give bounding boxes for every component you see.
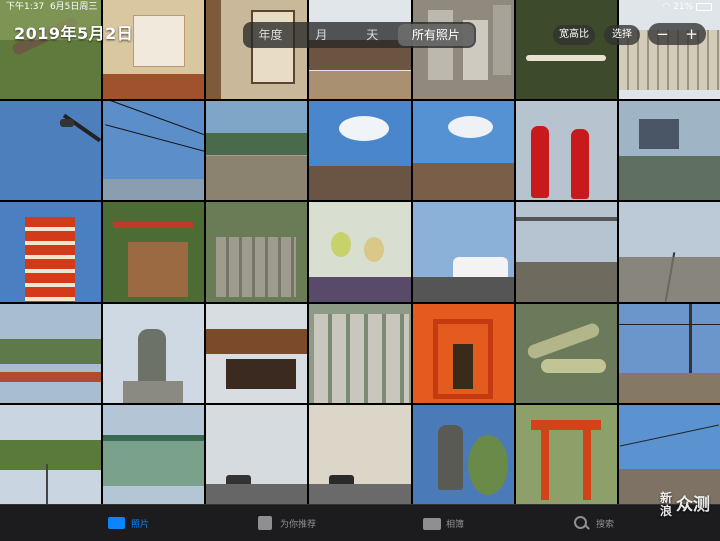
wifi-icon: ◠ xyxy=(662,2,671,12)
albums-icon xyxy=(423,516,441,530)
photo-streetlight-sky[interactable] xyxy=(0,101,102,201)
photos-icon xyxy=(108,516,126,530)
photo-wooden-fence[interactable] xyxy=(618,0,720,100)
photo-red-torii-2[interactable] xyxy=(515,404,617,504)
tab-photos-label: 照片 xyxy=(131,519,150,530)
photo-fox-statue-2[interactable] xyxy=(412,404,514,504)
photo-shrine-roof[interactable] xyxy=(309,0,411,100)
photo-railway-tracks[interactable] xyxy=(618,202,720,302)
tab-search[interactable]: 搜索 xyxy=(573,512,614,534)
view-segmented-control: 年度 月 天 所有照片 xyxy=(243,22,476,48)
tab-photos[interactable]: 照片 xyxy=(108,512,149,534)
photo-street-car-1[interactable] xyxy=(206,404,308,504)
date-title: 2019年5月2日 xyxy=(14,24,134,43)
for-you-icon xyxy=(257,516,275,530)
photo-river-bridge[interactable] xyxy=(0,303,102,403)
photo-clouds-shops[interactable] xyxy=(412,101,514,201)
photo-city-hills[interactable] xyxy=(206,101,308,201)
photo-power-lines[interactable] xyxy=(103,101,205,201)
battery-icon xyxy=(696,2,712,11)
photo-torii-tunnel[interactable] xyxy=(412,303,514,403)
watermark-logo: 新 浪 众测 xyxy=(659,491,710,518)
photo-ema-plaques[interactable] xyxy=(103,0,205,100)
photo-street-car-2[interactable] xyxy=(309,404,411,504)
tab-for-you-label: 为你推荐 xyxy=(280,519,317,530)
photo-coca-cola-bottles[interactable] xyxy=(515,101,617,201)
photo-stone-statues[interactable] xyxy=(206,202,308,302)
photo-stone-tablets[interactable] xyxy=(412,0,514,100)
tab-search-label: 搜索 xyxy=(596,519,615,530)
photo-grid xyxy=(0,0,720,504)
battery-indicator: ◠ 21% xyxy=(662,0,712,14)
aspect-ratio-button[interactable]: 宽高比 xyxy=(553,25,595,45)
photo-shrine-gate-trees[interactable] xyxy=(103,202,205,302)
photo-river-buildings[interactable] xyxy=(618,101,720,201)
zoom-in-button[interactable]: + xyxy=(677,23,706,45)
photo-shrine-lantern[interactable] xyxy=(206,0,308,100)
photo-railway-overhead[interactable] xyxy=(515,202,617,302)
photo-red-pagoda[interactable] xyxy=(0,202,102,302)
zoom-control: − + xyxy=(648,23,706,45)
segment-year[interactable]: 年度 xyxy=(245,24,296,46)
status-bar: 下午1:37 6月5日周三 ◠ 21% xyxy=(0,0,720,14)
photo-bamboo-pipes[interactable] xyxy=(515,303,617,403)
photo-tree-branch[interactable] xyxy=(0,0,102,100)
select-button[interactable]: 选择 xyxy=(604,25,640,45)
photo-green-train[interactable] xyxy=(103,404,205,504)
tab-for-you[interactable]: 为你推荐 xyxy=(257,512,316,534)
tab-albums-label: 相簿 xyxy=(446,519,465,530)
photo-rope-torii[interactable] xyxy=(515,0,617,100)
photo-utility-poles[interactable] xyxy=(618,303,720,403)
photo-wires-sky[interactable] xyxy=(618,404,720,504)
photo-stone-pillars[interactable] xyxy=(309,303,411,403)
status-time: 下午1:37 6月5日周三 xyxy=(6,2,98,12)
tab-albums[interactable]: 相簿 xyxy=(423,512,464,534)
photo-shrine-hall[interactable] xyxy=(206,303,308,403)
search-icon xyxy=(573,516,591,530)
photo-matcha-ice-cream[interactable] xyxy=(309,202,411,302)
segment-day[interactable]: 天 xyxy=(347,24,398,46)
photo-white-car-street[interactable] xyxy=(412,202,514,302)
segment-all-photos[interactable]: 所有照片 xyxy=(397,24,474,46)
photo-rail-trees[interactable] xyxy=(0,404,102,504)
photo-fox-statue[interactable] xyxy=(103,303,205,403)
tab-bar: 照片 为你推荐 相簿 搜索 xyxy=(0,504,720,541)
photo-clouds-street[interactable] xyxy=(309,101,411,201)
zoom-out-button[interactable]: − xyxy=(648,23,677,45)
segment-month[interactable]: 月 xyxy=(296,24,347,46)
